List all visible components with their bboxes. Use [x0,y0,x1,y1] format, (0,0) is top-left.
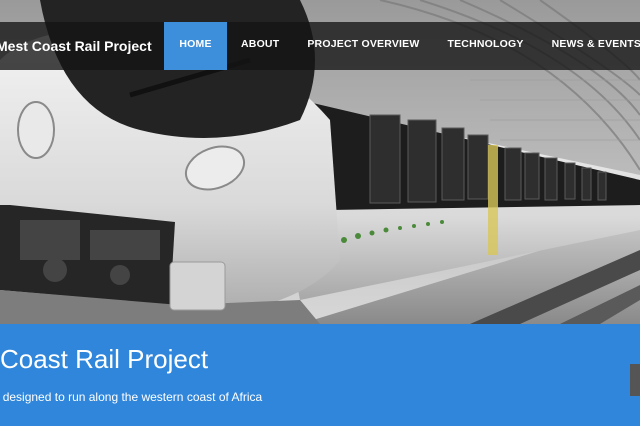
banner-title: West Coast Rail Project [0,344,209,374]
nav-item-technology[interactable]: TECHNOLOGY [433,22,537,70]
banner-subtitle: Rail Project designed to run along the w… [0,390,263,404]
top-navbar: Mest Coast Rail Project HOME ABOUT PROJE… [0,22,640,70]
main-nav: HOME ABOUT PROJECT OVERVIEW TECHNOLOGY N… [164,22,640,70]
hero-caption-banner: West Coast Rail Project Rail Project des… [0,324,640,426]
nav-item-home[interactable]: HOME [164,22,227,70]
nav-item-news-events[interactable]: NEWS & EVENTS [538,22,640,70]
site-brand-link[interactable]: Mest Coast Rail Project [0,22,152,70]
nav-item-project-overview[interactable]: PROJECT OVERVIEW [293,22,433,70]
nav-item-about[interactable]: ABOUT [227,22,293,70]
page: Mest Coast Rail Project HOME ABOUT PROJE… [0,0,640,426]
slider-next-button[interactable] [630,364,640,396]
